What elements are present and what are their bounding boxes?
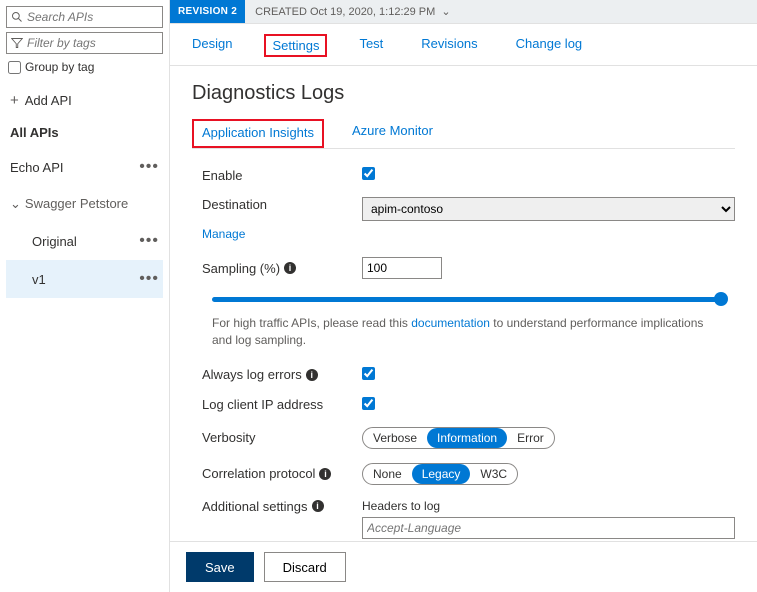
chevron-down-icon: ⌄ (10, 196, 21, 211)
info-icon[interactable]: i (306, 369, 318, 381)
subtab-azure-monitor[interactable]: Azure Monitor (344, 119, 441, 148)
more-icon[interactable]: ••• (139, 232, 159, 250)
sidebar: Group by tag + Add API All APIs Echo API… (0, 0, 170, 592)
correlation-w3c[interactable]: W3C (470, 464, 517, 484)
documentation-link[interactable]: documentation (411, 316, 490, 330)
correlation-group: None Legacy W3C (362, 463, 518, 485)
form: Enable Destination apim-contoso Manage (192, 167, 735, 541)
destination-select[interactable]: apim-contoso (362, 197, 735, 221)
sampling-slider[interactable] (212, 293, 725, 307)
verbosity-verbose[interactable]: Verbose (363, 428, 427, 448)
enable-checkbox[interactable] (362, 167, 375, 180)
sidebar-item-original[interactable]: Original ••• (6, 222, 163, 260)
all-apis-link[interactable]: All APIs (6, 117, 163, 148)
info-icon[interactable]: i (319, 468, 331, 480)
info-icon[interactable]: i (312, 500, 324, 512)
group-by-tag-checkbox[interactable]: Group by tag (8, 60, 163, 74)
log-ip-label: Log client IP address (202, 397, 362, 412)
save-button[interactable]: Save (186, 552, 254, 582)
tab-revisions[interactable]: Revisions (415, 34, 483, 57)
sidebar-group-swagger[interactable]: ⌄Swagger Petstore (6, 186, 163, 222)
headers-label: Headers to log (362, 499, 735, 513)
revision-created[interactable]: CREATED Oct 19, 2020, 1:12:29 PM ⌄ (245, 5, 460, 18)
info-icon[interactable]: i (284, 262, 296, 274)
search-input[interactable] (27, 10, 158, 24)
sidebar-item-v1[interactable]: v1 ••• (6, 260, 163, 298)
main: REVISION 2 CREATED Oct 19, 2020, 1:12:29… (170, 0, 757, 592)
slider-thumb[interactable] (714, 292, 728, 306)
sampling-label: Sampling (%) (202, 261, 280, 276)
add-api-link[interactable]: + Add API (6, 84, 163, 117)
more-icon[interactable]: ••• (139, 270, 159, 288)
chevron-down-icon: ⌄ (441, 5, 450, 18)
search-input-wrap[interactable] (6, 6, 163, 28)
subtabs: Application Insights Azure Monitor (192, 119, 735, 149)
log-ip-checkbox[interactable] (362, 397, 375, 410)
plus-icon: + (10, 92, 19, 109)
enable-label: Enable (202, 168, 362, 183)
sidebar-item-echo-api[interactable]: Echo API ••• (6, 148, 163, 186)
always-log-checkbox[interactable] (362, 367, 375, 380)
verbosity-label: Verbosity (202, 430, 362, 445)
tabs: Design Settings Test Revisions Change lo… (170, 24, 757, 66)
revision-badge: REVISION 2 (170, 0, 245, 23)
correlation-legacy[interactable]: Legacy (412, 464, 471, 484)
tab-design[interactable]: Design (186, 34, 238, 57)
verbosity-information[interactable]: Information (427, 428, 507, 448)
discard-button[interactable]: Discard (264, 552, 346, 582)
sampling-input[interactable] (362, 257, 442, 279)
filter-icon (11, 37, 23, 49)
destination-label: Destination (202, 197, 267, 212)
filter-input-wrap[interactable] (6, 32, 163, 54)
additional-label: Additional settings (202, 499, 308, 514)
tab-test[interactable]: Test (353, 34, 389, 57)
sampling-help: For high traffic APIs, please read this … (212, 315, 725, 349)
page-title: Diagnostics Logs (192, 82, 735, 105)
correlation-label: Correlation protocol (202, 466, 315, 481)
verbosity-group: Verbose Information Error (362, 427, 555, 449)
verbosity-error[interactable]: Error (507, 428, 554, 448)
correlation-none[interactable]: None (363, 464, 412, 484)
tab-settings[interactable]: Settings (264, 34, 327, 57)
revision-bar: REVISION 2 CREATED Oct 19, 2020, 1:12:29… (170, 0, 757, 24)
subtab-app-insights[interactable]: Application Insights (192, 119, 324, 148)
footer: Save Discard (170, 541, 757, 592)
content: Diagnostics Logs Application Insights Az… (170, 66, 757, 541)
tab-changelog[interactable]: Change log (510, 34, 589, 57)
more-icon[interactable]: ••• (139, 158, 159, 176)
filter-input[interactable] (27, 36, 158, 50)
always-log-label: Always log errors (202, 367, 302, 382)
headers-input[interactable] (362, 517, 735, 539)
manage-link[interactable]: Manage (202, 227, 245, 241)
search-icon (11, 11, 23, 23)
